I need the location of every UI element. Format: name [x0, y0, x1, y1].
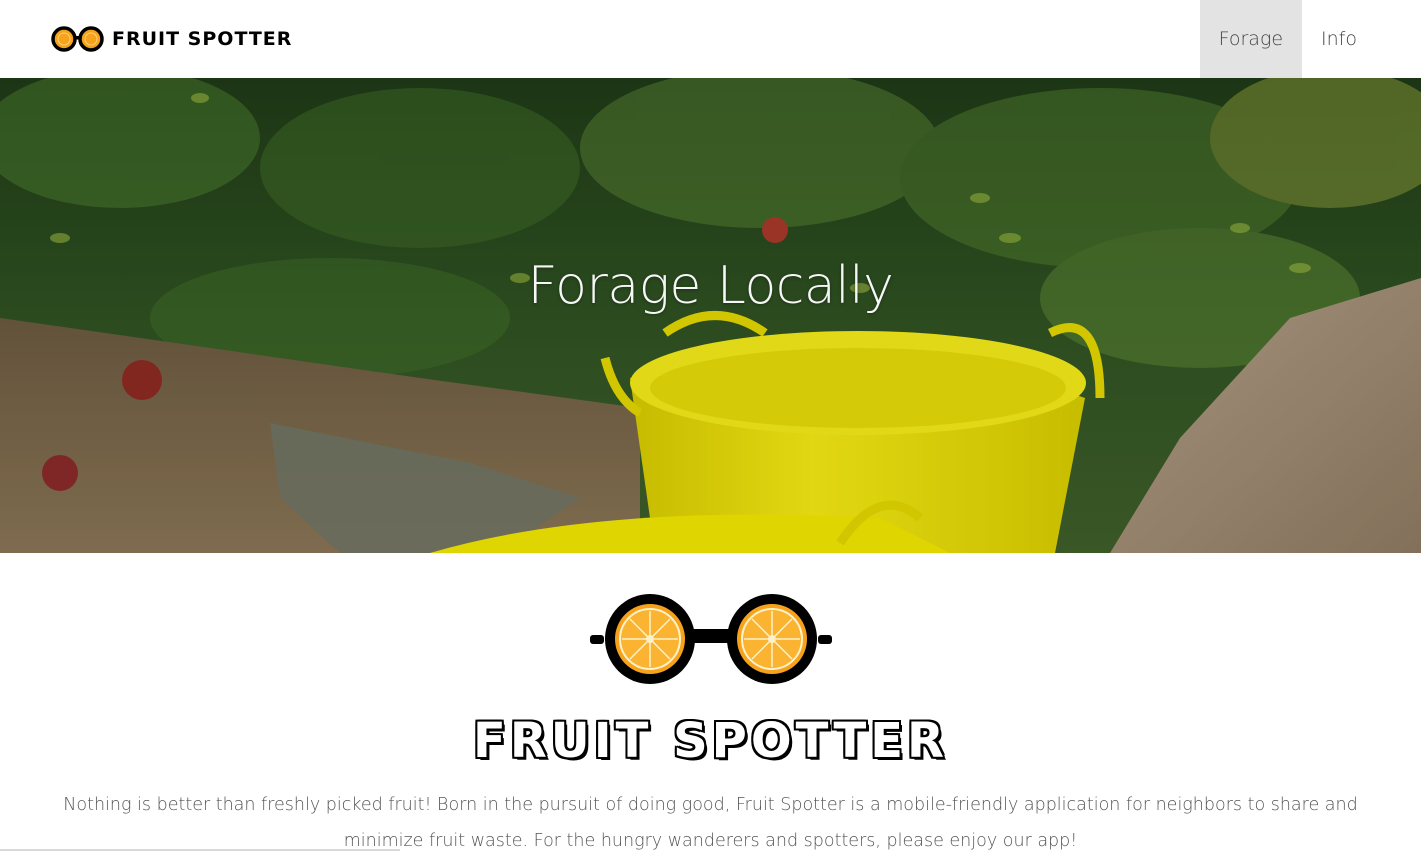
- logo-title: FRUIT SPOTTER: [473, 713, 948, 769]
- navbar: FRUIT SPOTTER Forage Info: [0, 0, 1421, 78]
- brand-name: FRUIT SPOTTER: [112, 28, 293, 50]
- orange-glasses-icon: [51, 26, 104, 52]
- intro-description: Nothing is better than freshly picked fr…: [63, 795, 1358, 851]
- brand-link[interactable]: FRUIT SPOTTER: [50, 24, 292, 54]
- nav-forage[interactable]: Forage: [1199, 0, 1303, 78]
- orange-glasses-logo-icon: [590, 594, 832, 684]
- hero-title: Forage Locally: [527, 256, 894, 316]
- main-nav: Forage Info: [1199, 0, 1376, 78]
- intro-section: FRUIT SPOTTER Nothing is better than fre…: [0, 553, 1421, 851]
- hero-banner: Forage Locally: [0, 78, 1421, 553]
- nav-info[interactable]: Info: [1302, 0, 1376, 78]
